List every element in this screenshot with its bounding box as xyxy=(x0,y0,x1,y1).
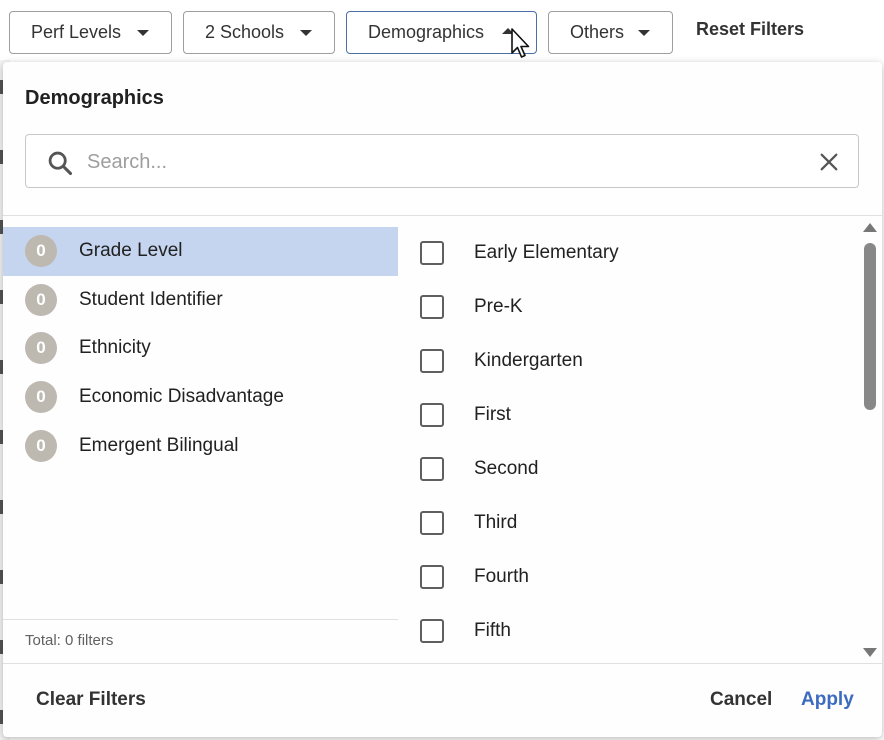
category-label: Economic Disadvantage xyxy=(79,386,284,408)
checkbox[interactable] xyxy=(420,241,444,265)
count-badge: 0 xyxy=(25,381,57,414)
caret-down-icon xyxy=(137,30,149,36)
option-fourth[interactable]: Fourth xyxy=(418,550,848,604)
category-grade-level[interactable]: 0 Grade Level xyxy=(3,227,398,276)
checkbox[interactable] xyxy=(420,403,444,427)
search-input[interactable] xyxy=(87,145,787,179)
others-dropdown[interactable]: Others xyxy=(548,11,673,54)
option-early-elementary[interactable]: Early Elementary xyxy=(418,226,848,280)
option-first[interactable]: First xyxy=(418,388,848,442)
count-badge: 0 xyxy=(25,235,57,268)
demographics-label: Demographics xyxy=(368,22,485,42)
count-badge: 0 xyxy=(25,332,57,365)
option-third[interactable]: Third xyxy=(418,496,848,550)
filter-bar: Perf Levels 2 Schools Demographics Other… xyxy=(0,0,884,60)
apply-button[interactable]: Apply xyxy=(801,689,854,711)
option-kindergarten[interactable]: Kindergarten xyxy=(418,334,848,388)
divider xyxy=(3,215,882,216)
panel-title: Demographics xyxy=(25,87,164,109)
category-label: Emergent Bilingual xyxy=(79,434,239,456)
schools-dropdown[interactable]: 2 Schools xyxy=(183,11,335,54)
divider xyxy=(3,619,398,620)
option-pre-k[interactable]: Pre-K xyxy=(418,280,848,334)
option-fifth[interactable]: Fifth xyxy=(418,604,848,658)
category-list: 0 Grade Level 0 Student Identifier 0 Eth… xyxy=(3,227,398,470)
category-economic-disadvantage[interactable]: 0 Economic Disadvantage xyxy=(3,373,398,422)
checkbox[interactable] xyxy=(420,457,444,481)
caret-down-icon xyxy=(300,30,312,36)
option-label: Third xyxy=(474,512,518,533)
reset-filters-button[interactable]: Reset Filters xyxy=(696,19,804,40)
mouse-pointer-icon xyxy=(511,28,530,58)
checkbox[interactable] xyxy=(420,295,444,319)
schools-label: 2 Schools xyxy=(205,22,285,42)
category-ethnicity[interactable]: 0 Ethnicity xyxy=(3,324,398,373)
option-second[interactable]: Second xyxy=(418,442,848,496)
perf-levels-dropdown[interactable]: Perf Levels xyxy=(9,11,172,54)
option-label: Second xyxy=(474,458,539,479)
category-label: Ethnicity xyxy=(79,337,151,359)
demographics-filter-panel: Demographics 0 Grade Level 0 Student Ide… xyxy=(3,62,882,737)
option-list: Early Elementary Pre-K Kindergarten Firs… xyxy=(418,226,848,662)
cancel-button[interactable]: Cancel xyxy=(710,689,772,711)
perf-levels-label: Perf Levels xyxy=(31,22,122,42)
count-badge: 0 xyxy=(25,283,57,316)
checkbox[interactable] xyxy=(420,349,444,373)
search-icon xyxy=(48,151,73,176)
scrollbar-thumb[interactable] xyxy=(864,243,876,410)
category-label: Student Identifier xyxy=(79,288,223,310)
category-emergent-bilingual[interactable]: 0 Emergent Bilingual xyxy=(3,421,398,470)
clear-filters-button[interactable]: Clear Filters xyxy=(36,689,146,711)
option-label: Fourth xyxy=(474,566,529,587)
option-label: First xyxy=(474,404,511,425)
caret-down-icon xyxy=(638,30,650,36)
option-label: Early Elementary xyxy=(474,242,619,263)
count-badge: 0 xyxy=(25,429,57,462)
total-filters-count: Total: 0 filters xyxy=(25,632,114,649)
scroll-up-arrow-icon[interactable] xyxy=(863,223,877,232)
option-label: Fifth xyxy=(474,620,511,641)
clear-search-icon[interactable] xyxy=(818,151,840,173)
option-label: Pre-K xyxy=(474,296,523,317)
search-box xyxy=(25,134,859,188)
category-label: Grade Level xyxy=(79,240,183,262)
others-label: Others xyxy=(570,22,625,42)
checkbox[interactable] xyxy=(420,619,444,643)
checkbox[interactable] xyxy=(420,565,444,589)
category-student-identifier[interactable]: 0 Student Identifier xyxy=(3,276,398,325)
divider xyxy=(3,663,882,664)
checkbox[interactable] xyxy=(420,511,444,535)
option-label: Kindergarten xyxy=(474,350,583,371)
scroll-down-arrow-icon[interactable] xyxy=(863,648,877,657)
